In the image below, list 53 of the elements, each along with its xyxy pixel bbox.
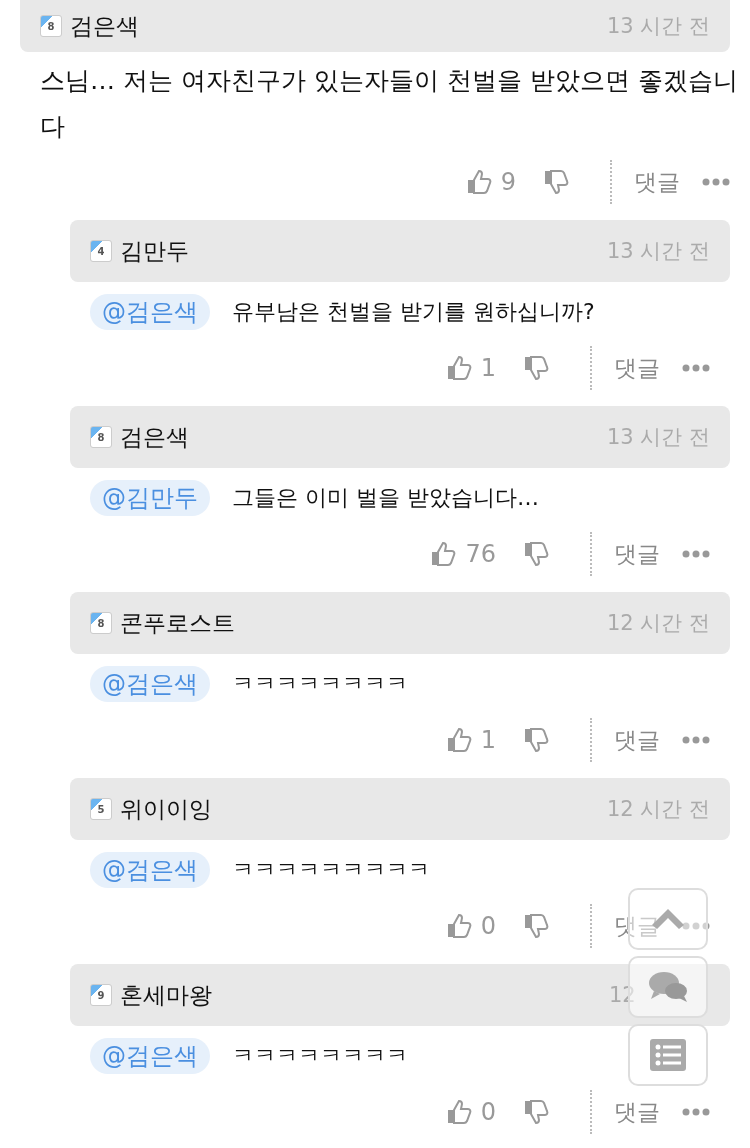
author-name[interactable]: 검은색 <box>70 10 607 42</box>
author-name[interactable]: 김만두 <box>120 235 607 267</box>
reply-text: ㅋㅋㅋㅋㅋㅋㅋㅋ <box>232 1042 408 1070</box>
mention-tag[interactable]: @검은색 <box>90 666 210 702</box>
more-icon[interactable] <box>682 550 710 558</box>
like-count: 1 <box>480 726 496 754</box>
thumbs-down-icon[interactable] <box>522 354 550 382</box>
level-badge: 8 <box>90 612 112 634</box>
more-icon[interactable] <box>682 736 710 744</box>
reply-text: ㅋㅋㅋㅋㅋㅋㅋㅋ <box>232 670 408 698</box>
more-icon[interactable] <box>682 364 710 372</box>
thumbs-down-icon[interactable] <box>522 726 550 754</box>
author-name[interactable]: 혼세마왕 <box>120 979 609 1011</box>
mention-tag[interactable]: @검은색 <box>90 852 210 888</box>
like-count: 9 <box>500 168 516 196</box>
thumbs-down-icon[interactable] <box>522 912 550 940</box>
level-badge: 9 <box>90 984 112 1006</box>
like-count: 76 <box>465 540 496 568</box>
like-count: 0 <box>480 912 496 940</box>
mention-tag[interactable]: @검은색 <box>90 294 210 330</box>
comment-time: 13 시간 전 <box>606 238 710 265</box>
reply-link[interactable]: 댓글 <box>614 538 660 570</box>
comment-text: 스님… 저는 여자친구가 있는자들이 천벌을 받았으면 좋겠습니다 <box>39 65 739 143</box>
more-icon[interactable] <box>682 1108 710 1116</box>
author-name[interactable]: 검은색 <box>120 421 607 453</box>
comment-time: 13 시간 전 <box>606 424 710 451</box>
mention-tag[interactable]: @김만두 <box>90 480 210 516</box>
mention-tag[interactable]: @검은색 <box>90 1038 210 1074</box>
comment-time: 13 시간 전 <box>606 13 710 40</box>
reply-link[interactable]: 댓글 <box>614 1096 660 1128</box>
reply-link[interactable]: 댓글 <box>614 724 660 756</box>
more-icon[interactable] <box>702 178 730 186</box>
author-name[interactable]: 콘푸로스트 <box>120 607 607 639</box>
thumbs-down-icon[interactable] <box>522 540 550 568</box>
reply-link[interactable]: 댓글 <box>634 166 680 198</box>
author-name[interactable]: 위이이잉 <box>120 793 607 825</box>
more-icon[interactable] <box>682 922 710 930</box>
list-button[interactable] <box>628 1024 708 1086</box>
level-badge: 4 <box>90 240 112 262</box>
thumbs-down-icon[interactable] <box>522 1098 550 1126</box>
reply-text: ㅋㅋㅋㅋㅋㅋㅋㅋㅋ <box>232 856 430 884</box>
level-badge: 8 <box>90 426 112 448</box>
level-badge: 5 <box>90 798 112 820</box>
like-count: 1 <box>480 354 496 382</box>
reply-text: 그들은 이미 벌을 받았습니다… <box>232 484 539 512</box>
like-count: 0 <box>480 1098 496 1126</box>
comment-time: 12 시간 전 <box>606 796 710 823</box>
level-badge: 8 <box>40 15 62 37</box>
thumbs-down-icon[interactable] <box>542 168 570 196</box>
reply-link[interactable]: 댓글 <box>614 352 660 384</box>
thumbs-up-icon[interactable] <box>429 540 458 568</box>
reply-text: 유부남은 천벌을 받기를 원하십니까? <box>232 298 595 326</box>
comment-time: 12 시간 전 <box>606 610 710 637</box>
